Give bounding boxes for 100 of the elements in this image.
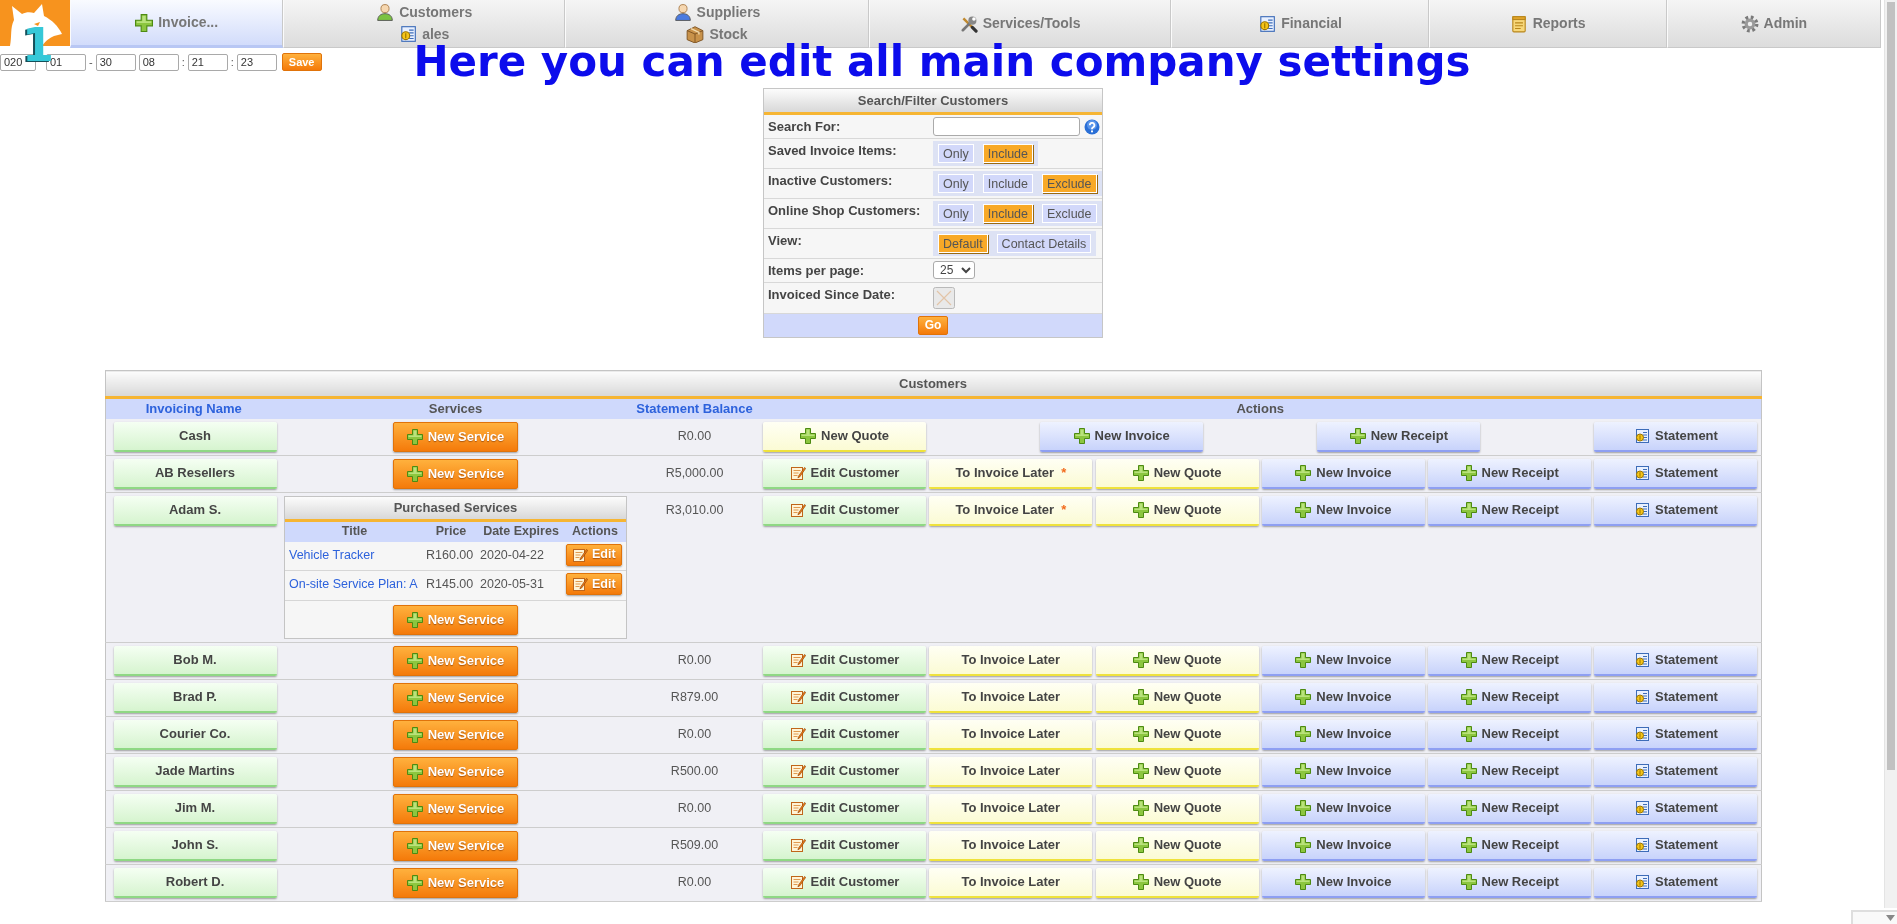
down-triangle-icon[interactable] [1886,915,1895,921]
date-time-field[interactable]: 08 [138,53,179,71]
nav-link[interactable]: Customers [376,3,473,21]
crossed-box-icon[interactable] [933,287,955,309]
date-time-field[interactable]: 30 [95,53,136,71]
invoice-later-button[interactable]: To Invoice Later [929,794,1093,824]
customer-name-button[interactable]: Adam S. [113,495,277,526]
customer-name-button[interactable]: Bob M. [113,646,277,676]
invoice-later-button[interactable]: To Invoice Later [929,720,1093,750]
invoice-later-button[interactable]: To Invoice Later [929,831,1093,861]
statement-button[interactable]: Statement [1594,757,1758,787]
scrollbar[interactable] [1884,0,1897,908]
new-receipt-button[interactable]: New Receipt [1428,757,1592,787]
new-invoice-button[interactable]: New Invoice [1261,868,1425,898]
nav-tab[interactable]: Reports [1428,0,1667,48]
edit-customer-button[interactable]: Edit Customer [763,458,926,489]
new-invoice-button[interactable]: New Invoice [1261,458,1425,489]
new-quote-button[interactable]: New Quote [1095,831,1259,861]
invoice-later-button[interactable]: To Invoice Later [929,683,1093,713]
nav-tab[interactable]: Admin [1666,0,1881,48]
invoice-later-button[interactable]: To Invoice Later [929,868,1093,898]
new-invoice-button[interactable]: New Invoice [1261,757,1425,787]
new-receipt-button[interactable]: New Receipt [1428,794,1592,824]
toggle-option[interactable]: Include [982,174,1033,193]
customer-name-button[interactable]: Cash [113,421,277,452]
edit-customer-button[interactable]: Edit Customer [763,831,926,861]
statement-button[interactable]: Statement [1594,646,1758,676]
plus-icon [1132,800,1149,816]
new-receipt-button[interactable]: New Receipt [1428,495,1592,526]
customer-name-button[interactable]: Robert D. [113,868,277,898]
toggle-option[interactable]: Exclude [1042,204,1097,223]
new-quote-button[interactable]: New Quote [1095,794,1259,824]
new-invoice-button[interactable]: New Invoice [1040,421,1204,452]
edit-customer-button[interactable]: Edit Customer [763,646,926,676]
new-invoice-button[interactable]: New Invoice [1261,794,1425,824]
new-quote-button[interactable]: New Quote [763,421,926,452]
invoice-later-button[interactable]: To Invoice Later [929,646,1093,676]
toggle-option[interactable]: Only [938,144,974,163]
date-time-field[interactable]: 21 [187,53,228,71]
new-receipt-button[interactable]: New Receipt [1428,458,1592,489]
new-quote-button[interactable]: New Quote [1095,683,1259,713]
customer-name-button[interactable]: Brad P. [113,683,277,713]
items-per-page-select[interactable]: 25 [933,261,975,279]
toggle-option[interactable]: Default [938,234,988,253]
column-header[interactable]: Invoicing Name [105,397,282,419]
new-receipt-button[interactable]: New Receipt [1428,720,1592,750]
statement-button[interactable]: Statement [1594,421,1758,452]
customer-name-button[interactable]: AB Resellers [113,458,277,489]
edit-customer-button[interactable]: Edit Customer [763,495,926,526]
statement-button[interactable]: Statement [1594,458,1758,489]
new-receipt-button[interactable]: New Receipt [1428,683,1592,713]
statement-button[interactable]: Statement [1594,831,1758,861]
service-link[interactable]: On-site Service Plan: A [289,577,418,592]
invoice-later-button[interactable]: To Invoice Later [929,757,1093,787]
pencil-note-icon [789,652,806,668]
toggle-option[interactable]: Only [938,174,974,193]
toggle-option[interactable]: Include [982,204,1033,223]
search-field[interactable] [933,117,1080,136]
toggle-option[interactable]: Exclude [1042,174,1097,193]
new-invoice-button[interactable]: New Invoice [1261,831,1425,861]
new-invoice-button[interactable]: New Invoice [1261,720,1425,750]
nav-link[interactable]: Suppliers [673,3,761,21]
toggle-option[interactable]: Include [982,144,1033,163]
customer-name-button[interactable]: Jade Martins [113,757,277,787]
edit-customer-button[interactable]: Edit Customer [763,720,926,750]
toggle-option[interactable]: Contact Details [996,234,1092,253]
customer-name-button[interactable]: Jim M. [113,794,277,824]
statement-button[interactable]: Statement [1594,495,1758,526]
new-receipt-button[interactable]: New Receipt [1317,421,1481,452]
new-receipt-button[interactable]: New Receipt [1428,831,1592,861]
customer-name-button[interactable]: John S. [113,831,277,861]
edit-customer-button[interactable]: Edit Customer [763,868,926,898]
statement-button[interactable]: Statement [1594,683,1758,713]
new-receipt-button[interactable]: New Receipt [1428,868,1592,898]
new-invoice-button[interactable]: New Invoice [1261,683,1425,713]
column-header[interactable]: Statement Balance [629,397,760,419]
toggle-option[interactable]: Only [938,204,974,223]
new-receipt-button[interactable]: New Receipt [1428,646,1592,676]
service-link[interactable]: Vehicle Tracker [289,547,375,562]
new-invoice-button[interactable]: New Invoice [1261,646,1425,676]
new-quote-button[interactable]: New Quote [1095,646,1259,676]
statement-button[interactable]: Statement [1594,868,1758,898]
new-invoice-button[interactable]: New Invoice [1261,495,1425,526]
statement-button[interactable]: Statement [1594,720,1758,750]
customer-name-button[interactable]: Courier Co. [113,720,277,750]
edit-customer-button[interactable]: Edit Customer [763,683,926,713]
edit-customer-button[interactable]: Edit Customer [763,794,926,824]
statement-button[interactable]: Statement [1594,794,1758,824]
new-quote-button[interactable]: New Quote [1095,757,1259,787]
date-time-field[interactable]: 23 [236,53,277,71]
nav-tab[interactable]: Invoice... [70,0,284,48]
new-quote-button[interactable]: New Quote [1095,458,1259,489]
new-quote-button[interactable]: New Quote [1095,720,1259,750]
invoice-later-button[interactable]: To Invoice Later * [929,495,1093,526]
invoice-later-button[interactable]: To Invoice Later * [929,458,1093,489]
edit-customer-button[interactable]: Edit Customer [763,757,926,787]
help-icon[interactable] [1084,118,1100,135]
scrollbar-thumb[interactable] [1887,2,1895,770]
new-quote-button[interactable]: New Quote [1095,495,1259,526]
new-quote-button[interactable]: New Quote [1095,868,1259,898]
